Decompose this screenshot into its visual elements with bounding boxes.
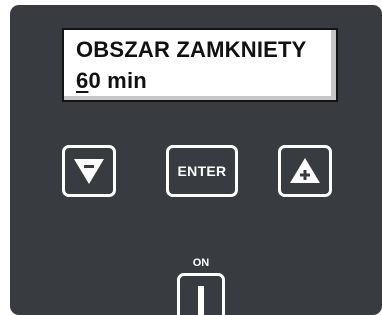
display-cursor-digit: 6 <box>76 68 89 93</box>
power-bar-icon <box>198 286 204 315</box>
control-panel: OBSZAR ZAMKNIETY 60 min ENTER ON <box>10 5 382 315</box>
display-line-2-value: 0 min <box>88 68 147 93</box>
display-line-2: 60 min <box>76 68 147 94</box>
triangle-down-minus-icon <box>74 159 104 184</box>
power-on-label: ON <box>192 257 210 269</box>
enter-button[interactable]: ENTER <box>166 145 238 197</box>
triangle-up-plus-icon <box>290 158 320 183</box>
enter-button-label: ENTER <box>177 163 227 179</box>
power-switch[interactable] <box>177 273 225 315</box>
increase-button[interactable] <box>278 145 332 197</box>
display-line-1: OBSZAR ZAMKNIETY <box>76 37 307 62</box>
decrease-button[interactable] <box>62 145 116 197</box>
lcd-display: OBSZAR ZAMKNIETY 60 min <box>62 28 338 102</box>
